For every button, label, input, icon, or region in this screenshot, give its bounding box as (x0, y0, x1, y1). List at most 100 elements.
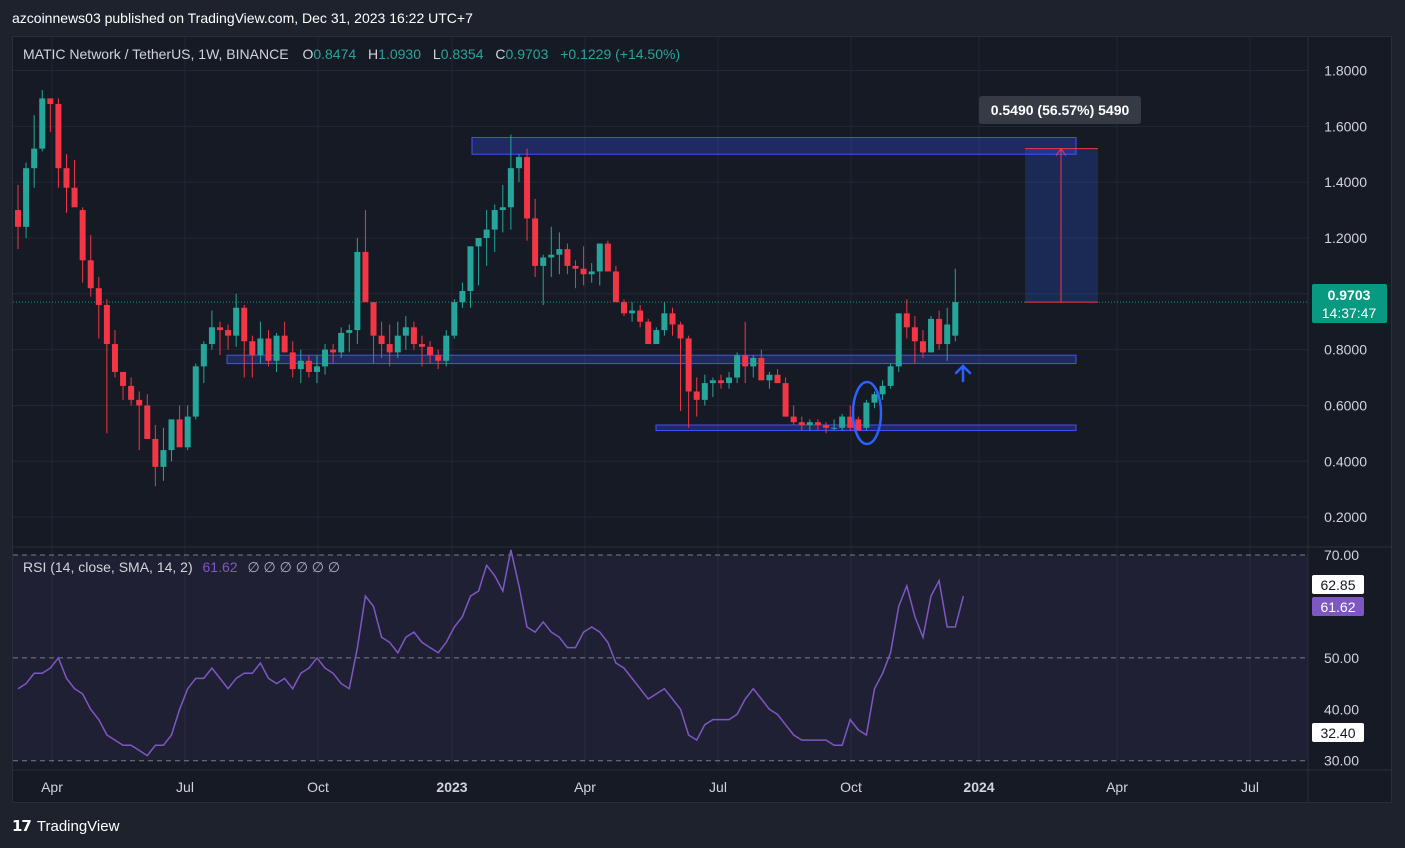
candle-up[interactable] (879, 385, 886, 395)
candle-up[interactable] (515, 157, 522, 169)
candle-down[interactable] (305, 360, 312, 372)
candle-down[interactable] (225, 330, 232, 336)
candle-down[interactable] (774, 374, 781, 384)
candle-up[interactable] (475, 237, 482, 247)
candle-up[interactable] (208, 327, 215, 345)
candle-up[interactable] (709, 380, 716, 384)
candle-down[interactable] (362, 251, 369, 303)
candle-down[interactable] (936, 318, 943, 345)
candle-down[interactable] (410, 327, 417, 345)
candle-up[interactable] (491, 210, 498, 230)
candle-up[interactable] (31, 148, 38, 169)
tradingview-logo[interactable]: 𝟭𝟳 TradingView (12, 817, 119, 836)
candle-down[interactable] (136, 399, 143, 406)
candle-up[interactable] (944, 324, 951, 345)
candle-up[interactable] (233, 307, 240, 336)
candle-up[interactable] (338, 332, 345, 353)
candle-up[interactable] (322, 349, 329, 367)
candle-down[interactable] (71, 187, 78, 208)
candle-down[interactable] (144, 405, 151, 439)
candle-down[interactable] (103, 304, 110, 345)
candle-down[interactable] (15, 210, 21, 227)
support-resistance-zone[interactable] (471, 136, 1077, 155)
candle-down[interactable] (419, 344, 425, 347)
candle-up[interactable] (895, 313, 902, 367)
candle-down[interactable] (265, 338, 272, 361)
candle-down[interactable] (919, 341, 926, 353)
candle-down[interactable] (241, 307, 248, 342)
candle-up[interactable] (661, 313, 668, 331)
candle-up[interactable] (548, 254, 555, 258)
candle-up[interactable] (160, 450, 167, 467)
candle-up[interactable] (839, 416, 846, 428)
candle-up[interactable] (701, 383, 708, 400)
candle-up[interactable] (596, 243, 603, 272)
candle-up[interactable] (734, 355, 741, 378)
candle-down[interactable] (532, 218, 539, 266)
candle-down[interactable] (87, 260, 94, 289)
candle-down[interactable] (330, 349, 337, 353)
candle-down[interactable] (386, 344, 393, 353)
candle-down[interactable] (249, 341, 256, 356)
candle-up[interactable] (831, 427, 838, 429)
candle-down[interactable] (47, 98, 54, 104)
candle-up[interactable] (806, 422, 813, 425)
candle-down[interactable] (63, 168, 70, 188)
candle-up[interactable] (871, 394, 878, 403)
candle-up[interactable] (653, 330, 660, 345)
candle-down[interactable] (217, 327, 223, 331)
candle-down[interactable] (370, 302, 377, 336)
candle-up[interactable] (766, 374, 773, 381)
candle-down[interactable] (903, 313, 910, 328)
candle-down[interactable] (685, 338, 692, 392)
candle-down[interactable] (281, 335, 288, 353)
chart-svg[interactable]: 1.80001.60001.40001.20001.00000.80000.60… (0, 0, 1405, 848)
candle-down[interactable] (79, 210, 86, 261)
candle-down[interactable] (823, 424, 829, 428)
candle-down[interactable] (120, 371, 127, 386)
candle-down[interactable] (612, 271, 619, 303)
candle-down[interactable] (790, 416, 797, 423)
candle-down[interactable] (95, 288, 102, 305)
candle-up[interactable] (39, 98, 46, 149)
candle-up[interactable] (451, 302, 458, 336)
candle-down[interactable] (758, 357, 765, 381)
candle-down[interactable] (669, 313, 676, 325)
candle-down[interactable] (427, 346, 434, 356)
candle-up[interactable] (443, 335, 450, 361)
candle-down[interactable] (782, 383, 789, 417)
candle-up[interactable] (928, 318, 935, 353)
support-resistance-zone[interactable] (226, 354, 1077, 365)
candle-up[interactable] (23, 168, 30, 227)
candle-down[interactable] (742, 355, 749, 367)
candle-up[interactable] (588, 271, 595, 275)
candle-down[interactable] (564, 249, 571, 266)
candle-up[interactable] (952, 302, 959, 336)
candle-down[interactable] (717, 380, 724, 384)
candle-down[interactable] (911, 327, 918, 342)
candle-up[interactable] (313, 366, 320, 372)
candle-up[interactable] (168, 419, 175, 451)
candle-up[interactable] (499, 207, 506, 211)
candle-up[interactable] (556, 249, 563, 255)
candle-up[interactable] (629, 310, 636, 314)
candle-down[interactable] (152, 438, 159, 467)
candle-up[interactable] (402, 327, 409, 336)
candle-up[interactable] (507, 168, 514, 208)
candle-up[interactable] (354, 251, 361, 331)
candle-down[interactable] (55, 103, 62, 169)
candle-up[interactable] (467, 246, 474, 291)
candle-down[interactable] (289, 352, 296, 370)
candle-up[interactable] (184, 416, 191, 448)
candle-up[interactable] (257, 338, 264, 356)
candle-up[interactable] (297, 360, 304, 370)
candle-down[interactable] (645, 321, 652, 345)
candle-up[interactable] (273, 335, 280, 361)
candle-up[interactable] (863, 402, 870, 428)
candle-down[interactable] (128, 385, 135, 400)
candle-down[interactable] (524, 157, 531, 219)
candle-down[interactable] (798, 422, 805, 425)
candle-down[interactable] (621, 302, 627, 314)
candle-down[interactable] (176, 419, 183, 448)
candle-up[interactable] (750, 357, 757, 367)
